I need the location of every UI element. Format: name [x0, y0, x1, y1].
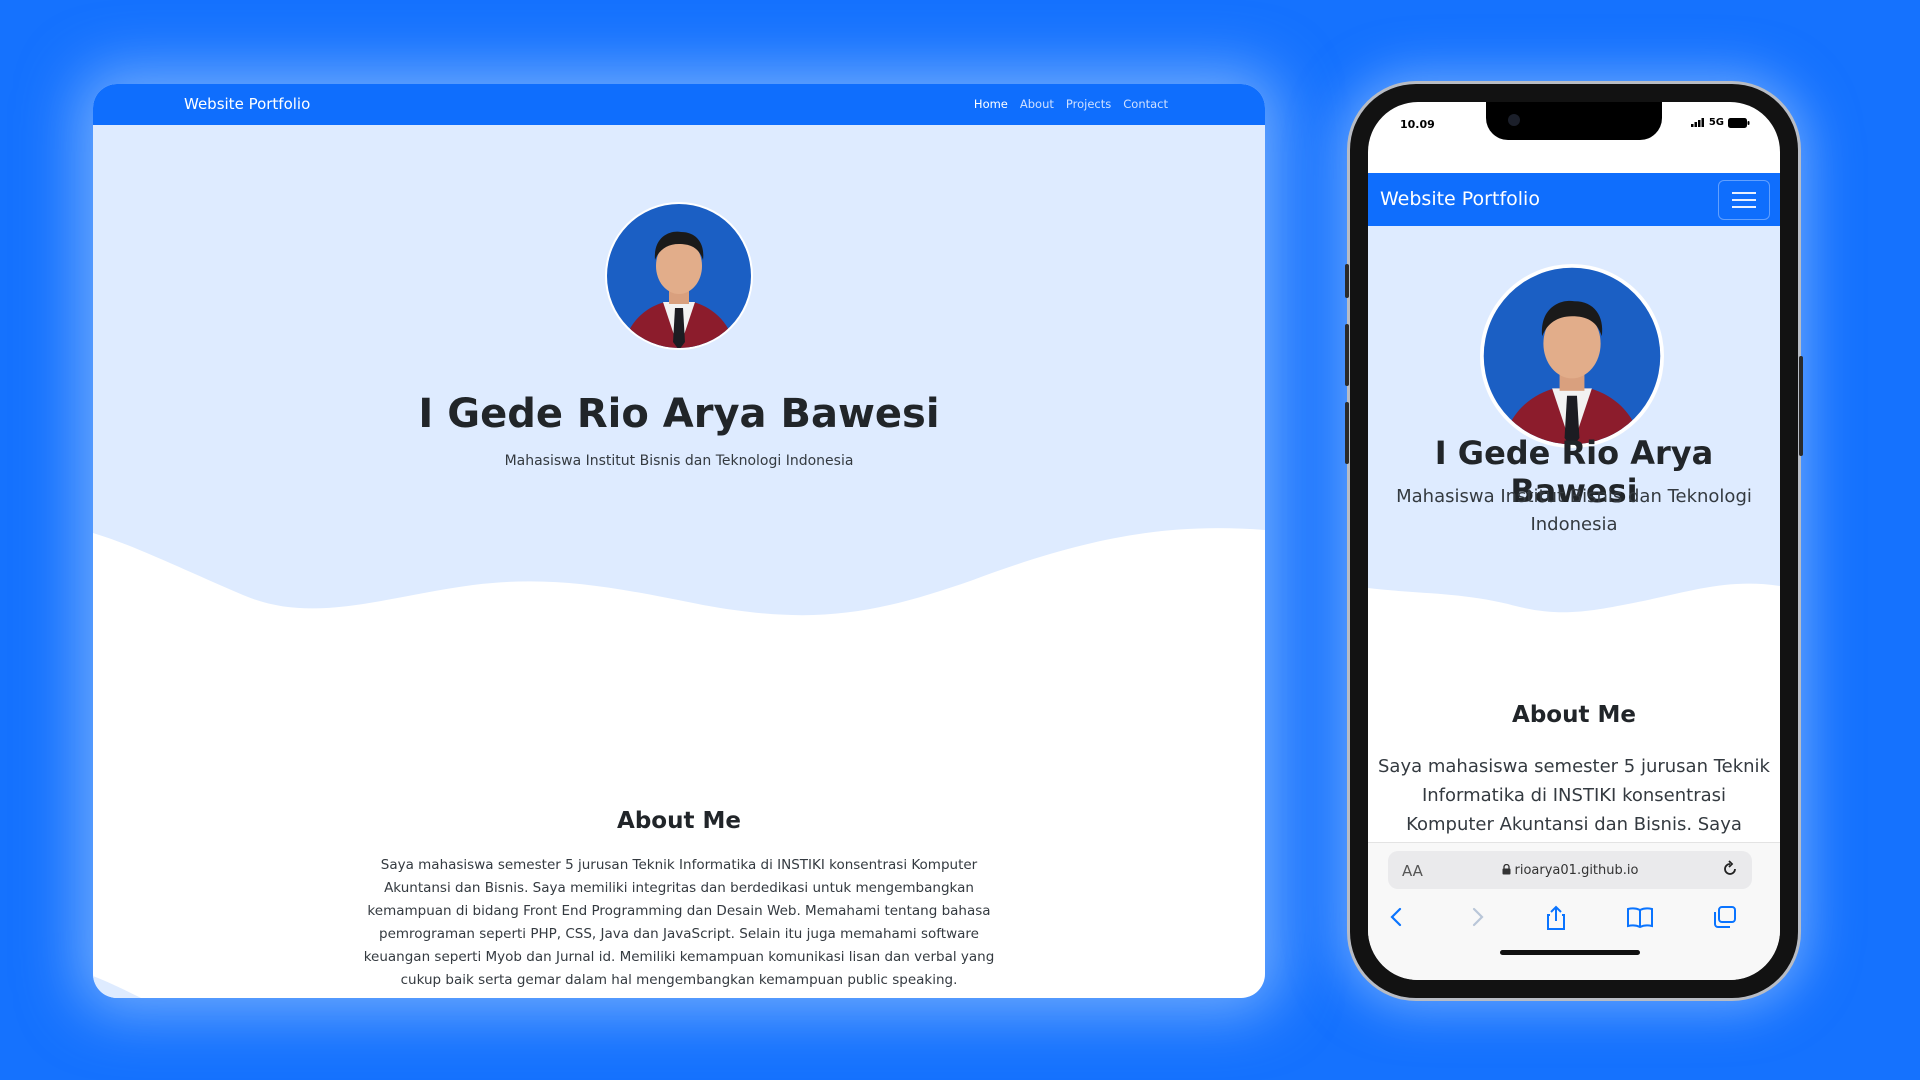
desktop-mockup: Website Portfolio Home About Projects Co…	[93, 84, 1265, 998]
forward-icon[interactable]	[1466, 905, 1488, 929]
phone-screen: 10.09 5G Website Portfolio I Gede Rio Ar…	[1368, 102, 1780, 980]
front-camera	[1508, 114, 1520, 126]
phone-volume-up	[1345, 324, 1349, 386]
phone-hero-subtitle: Mahasiswa Institut Bisnis dan Teknologi …	[1396, 486, 1752, 535]
lock-icon	[1502, 863, 1511, 875]
phone-navbar: Website Portfolio	[1368, 173, 1780, 226]
profile-avatar	[605, 202, 753, 350]
share-icon[interactable]	[1544, 905, 1568, 931]
address-url[interactable]: rioarya01.github.io	[1388, 863, 1752, 878]
address-bar[interactable]: AA rioarya01.github.io	[1388, 851, 1752, 889]
safari-toolbar: AA rioarya01.github.io	[1368, 842, 1780, 980]
nav-link-about[interactable]: About	[1020, 97, 1054, 111]
phone-navbar-brand[interactable]: Website Portfolio	[1380, 188, 1540, 210]
bookmarks-icon[interactable]	[1626, 905, 1654, 929]
desktop-navbar: Website Portfolio Home About Projects Co…	[93, 84, 1265, 125]
phone-power-button	[1799, 356, 1803, 456]
tabs-icon[interactable]	[1712, 905, 1738, 929]
battery-icon	[1728, 117, 1750, 128]
home-indicator	[1500, 950, 1640, 955]
nav-link-home[interactable]: Home	[974, 97, 1008, 111]
about-title: About Me	[617, 808, 741, 834]
phone-notch	[1486, 102, 1662, 140]
nav-link-contact[interactable]: Contact	[1123, 97, 1168, 111]
phone-profile-avatar	[1480, 264, 1664, 448]
nav-link-projects[interactable]: Projects	[1066, 97, 1111, 111]
phone-mute-switch	[1345, 264, 1349, 298]
navbar-links: Home About Projects Contact	[974, 97, 1168, 111]
status-time: 10.09	[1400, 118, 1435, 131]
signal-icon	[1690, 118, 1704, 127]
network-label: 5G	[1708, 117, 1724, 128]
navbar-brand[interactable]: Website Portfolio	[184, 95, 310, 113]
phone-volume-down	[1345, 402, 1349, 464]
reload-icon[interactable]	[1720, 859, 1740, 879]
phone-mockup: 10.09 5G Website Portfolio I Gede Rio Ar…	[1345, 84, 1803, 998]
phone-about-title: About Me	[1512, 702, 1636, 728]
url-text: rioarya01.github.io	[1514, 863, 1639, 878]
back-icon[interactable]	[1386, 905, 1408, 929]
hamburger-menu-icon[interactable]	[1718, 180, 1770, 220]
hero-subtitle: Mahasiswa Institut Bisnis dan Teknologi …	[504, 453, 854, 469]
status-bar-right: 5G	[1690, 117, 1750, 128]
hero-name: I Gede Rio Arya Bawesi	[418, 391, 940, 437]
about-text: Saya mahasiswa semester 5 jurusan Teknik…	[363, 857, 995, 988]
corner-wave-decoration	[93, 976, 141, 998]
